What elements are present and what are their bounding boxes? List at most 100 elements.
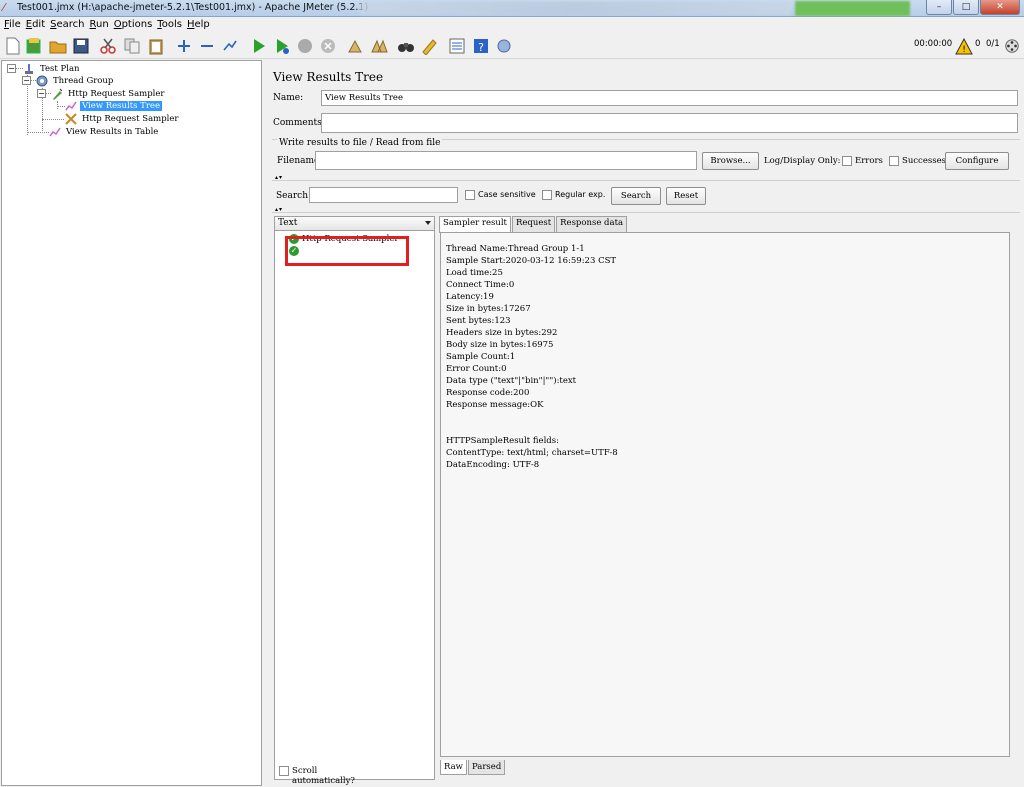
- result-line: [446, 411, 1004, 423]
- file-section-legend: Write results to file / Read from file: [277, 138, 443, 148]
- browse-button[interactable]: Browse...: [702, 152, 759, 170]
- paste-icon[interactable]: [147, 37, 165, 55]
- clear-all-icon[interactable]: [370, 37, 388, 55]
- cut-icon[interactable]: [99, 37, 117, 55]
- sampler-expander[interactable]: −: [37, 89, 46, 98]
- search-input[interactable]: [309, 187, 458, 203]
- function-helper-icon[interactable]: [448, 37, 466, 55]
- reset-search-icon[interactable]: [420, 37, 438, 56]
- tab-parsed[interactable]: Parsed: [467, 760, 506, 775]
- tab-request[interactable]: Request: [511, 216, 556, 232]
- window-title: Test001.jmx (H:\apache-jmeter-5.2.1\Test…: [17, 2, 369, 13]
- menu-edit[interactable]: Edit: [24, 17, 48, 33]
- svg-text:?: ?: [478, 41, 484, 54]
- maximize-button[interactable]: □: [953, 0, 979, 15]
- close-button[interactable]: ✕: [980, 0, 1020, 15]
- shutdown-icon[interactable]: [319, 37, 337, 55]
- toggle-icon[interactable]: [221, 37, 239, 55]
- comments-label: Comments:: [273, 118, 325, 128]
- minimize-button[interactable]: –: [926, 0, 952, 15]
- filename-field[interactable]: [315, 151, 697, 170]
- errors-label: Errors: [855, 156, 883, 166]
- result-line: Error Count:0: [446, 364, 507, 374]
- save-icon[interactable]: [72, 37, 90, 55]
- tab-response-data[interactable]: Response data: [556, 216, 628, 232]
- thread-group-expander[interactable]: −: [22, 76, 31, 85]
- svg-text:!: !: [962, 45, 966, 55]
- tree-item-test-plan[interactable]: Test Plan: [23, 63, 82, 75]
- scroll-auto-checkbox[interactable]: [279, 766, 289, 776]
- result-line: Data type ("text"|"bin"|""):text: [446, 376, 577, 386]
- collapse-all-icon[interactable]: [198, 37, 216, 55]
- tree-item-http-sampler-2[interactable]: Http Request Sampler: [65, 113, 180, 125]
- successes-checkbox[interactable]: [889, 156, 899, 166]
- copy-icon[interactable]: [123, 37, 141, 55]
- templates-icon[interactable]: [25, 37, 43, 55]
- blurred-green-area: [795, 1, 910, 16]
- new-icon[interactable]: [4, 37, 22, 55]
- name-label: Name:: [273, 93, 304, 103]
- result-line: HTTPSampleResult fields:: [446, 436, 559, 446]
- result-line: Latency:19: [446, 292, 494, 302]
- regular-exp-checkbox[interactable]: [542, 190, 552, 200]
- sampler-tools-icon: [65, 113, 77, 125]
- tab-sampler-result[interactable]: Sampler result: [439, 216, 511, 233]
- log-viewer-icon[interactable]: [495, 37, 513, 55]
- highlight-annotation-box: [285, 236, 409, 266]
- tree-item-thread-group[interactable]: Thread Group: [36, 75, 115, 87]
- test-plan-icon: [23, 63, 35, 75]
- menu-help[interactable]: Help: [185, 17, 213, 33]
- result-scrollbar[interactable]: [1011, 232, 1021, 757]
- help-icon[interactable]: ?: [472, 37, 490, 55]
- result-line: Load time:25: [446, 268, 503, 278]
- result-line: Headers size in bytes:292: [446, 328, 558, 338]
- results-list: [274, 216, 435, 780]
- tree-item-view-results-table[interactable]: View Results in Table: [49, 126, 160, 138]
- successes-label: Successes: [902, 156, 946, 166]
- warning-icon[interactable]: !: [955, 37, 973, 56]
- thread-count: 0/1: [986, 39, 1000, 49]
- search-button[interactable]: Search: [611, 187, 661, 205]
- menu-run[interactable]: Run: [88, 17, 112, 33]
- tree-item-label: View Results Tree: [80, 101, 162, 111]
- menu-search[interactable]: Search: [48, 17, 87, 33]
- regular-exp-label: Regular exp.: [555, 190, 606, 199]
- errors-checkbox[interactable]: [842, 156, 852, 166]
- toolbar: ? 00:00:00 ! 0 0/1: [0, 33, 1024, 59]
- configure-button[interactable]: Configure: [945, 152, 1009, 170]
- menu-tools[interactable]: Tools: [155, 17, 185, 33]
- warning-count: 0: [975, 39, 981, 49]
- result-line: Sample Start:2020-03-12 16:59:23 CST: [446, 256, 617, 266]
- renderer-select[interactable]: Text: [274, 216, 435, 231]
- tree-item-label: Http Request Sampler: [68, 89, 165, 99]
- search-icon[interactable]: [397, 37, 415, 55]
- panel-title: View Results Tree: [273, 70, 384, 84]
- jmeter-feather-icon: ⁄: [3, 1, 5, 14]
- result-line: [446, 423, 1004, 435]
- menu-bar: File Edit Search Run Options Tools Help: [0, 17, 1024, 33]
- stop-icon[interactable]: [296, 37, 314, 55]
- tree-item-view-results-tree[interactable]: View Results Tree: [65, 100, 162, 112]
- reset-button[interactable]: Reset: [666, 187, 706, 205]
- expand-all-icon[interactable]: [175, 37, 193, 55]
- sampler-result-text: Thread Name:Thread Group 1-1 Sample Star…: [440, 232, 1010, 757]
- menu-file[interactable]: File: [2, 17, 24, 33]
- tab-raw[interactable]: Raw: [440, 760, 467, 775]
- tree-item-label: Thread Group: [53, 76, 114, 86]
- elapsed-time: 00:00:00: [914, 39, 953, 49]
- name-field[interactable]: View Results Tree: [321, 90, 1018, 106]
- menu-options[interactable]: Options: [112, 17, 156, 33]
- open-icon[interactable]: [49, 37, 67, 55]
- remote-status-icon[interactable]: [1004, 38, 1020, 54]
- test-plan-expander[interactable]: −: [7, 64, 16, 73]
- start-icon[interactable]: [250, 37, 268, 55]
- clear-icon[interactable]: [346, 37, 364, 55]
- result-line: Size in bytes:17267: [446, 304, 531, 314]
- result-line: ContentType: text/html; charset=UTF-8: [446, 448, 618, 458]
- case-sensitive-checkbox[interactable]: [465, 190, 475, 200]
- tree-item-label: View Results in Table: [66, 127, 159, 137]
- start-no-pauses-icon[interactable]: [273, 37, 291, 55]
- comments-field[interactable]: [321, 113, 1018, 133]
- view-mode-tabs: Raw Parsed: [440, 760, 506, 775]
- tree-item-http-sampler-1[interactable]: Http Request Sampler: [51, 88, 166, 100]
